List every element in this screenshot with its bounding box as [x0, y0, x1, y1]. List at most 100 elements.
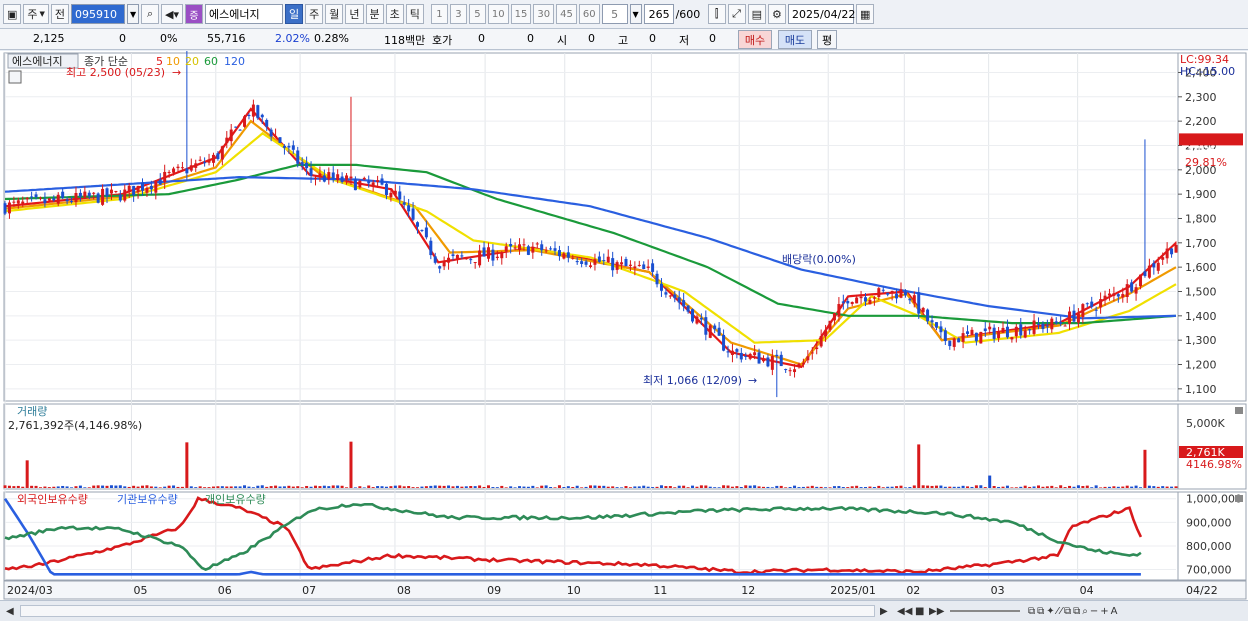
volume-bar — [513, 487, 517, 488]
volume-bar — [92, 485, 96, 488]
candle-body — [70, 201, 74, 203]
candle-body — [424, 227, 428, 238]
sell-button[interactable]: 매도 — [778, 30, 812, 49]
volume-bar — [61, 485, 65, 488]
candle-body — [211, 154, 215, 163]
y-tick-label: 2,300 — [1185, 91, 1217, 104]
candle-icon[interactable]: ⫿ — [707, 4, 726, 24]
count-input[interactable]: 265 — [643, 4, 674, 24]
candle-body — [105, 188, 109, 197]
chart-area[interactable]: 2,400 2,300 2,200 2,100 2,000 1,900 1,800 1,700… — [0, 48, 1248, 600]
volume-bar — [251, 487, 255, 488]
candle-body — [265, 119, 269, 127]
play-back-icon[interactable]: ◀◀ — [897, 604, 912, 618]
tab-month[interactable]: 월 — [325, 4, 344, 24]
calculator-icon[interactable] — [8, 70, 22, 84]
code-dropdown-button[interactable]: ▼ — [127, 4, 140, 24]
candle-body — [620, 262, 624, 265]
candle-body — [983, 328, 987, 332]
holding-panel-close-icon[interactable] — [1235, 495, 1243, 502]
candle-body — [589, 265, 592, 267]
zoom-slider[interactable] — [950, 610, 1020, 612]
volume-panel-close-icon[interactable] — [1235, 407, 1243, 414]
volume-bar — [766, 486, 770, 488]
play-forward-icon[interactable]: ▶▶ — [929, 604, 944, 618]
volume-bar — [309, 486, 313, 488]
volume-bar — [96, 485, 100, 488]
tab-second[interactable]: 초 — [385, 4, 404, 24]
candle-body — [1028, 329, 1032, 331]
x-end-label: 04/22 — [1186, 584, 1218, 597]
candle-body — [1072, 310, 1076, 322]
tab-day[interactable]: 일 — [285, 4, 304, 24]
drawing-tools-icon[interactable]: ⧉⧉✦⁄⁄⧉⧉⌕−+A — [1028, 604, 1119, 618]
candle-body — [580, 261, 584, 264]
volume-bar — [877, 485, 881, 488]
low-arrow-icon: → — [748, 374, 757, 387]
volume-bar — [739, 486, 743, 488]
open-value: 0 — [588, 32, 595, 45]
volume-bar — [52, 486, 56, 488]
step-60[interactable]: 60 — [578, 4, 600, 24]
candle-body — [96, 193, 100, 203]
stop-icon[interactable]: ■ — [915, 604, 924, 618]
candle-body — [198, 159, 202, 161]
prev-button[interactable]: 전 — [50, 4, 70, 24]
holding-tick-label: 900,000 — [1186, 516, 1232, 529]
volume-bar — [74, 486, 78, 488]
volume-bar — [362, 487, 366, 488]
candle-body — [473, 262, 477, 264]
tab-tick[interactable]: 틱 — [405, 4, 424, 24]
step-10[interactable]: 10 — [487, 4, 509, 24]
volume-bar — [668, 486, 672, 488]
x-tick-label: 05 — [133, 584, 147, 597]
step-dropdown-button[interactable]: ▼ — [629, 4, 642, 24]
volume-bar — [952, 486, 956, 488]
quote-price: 2,125 — [33, 32, 65, 45]
stock-code-input[interactable]: 095910 — [71, 4, 126, 24]
scroll-right-icon[interactable]: ▶ — [880, 604, 888, 618]
volume-bar — [416, 487, 420, 488]
calendar-icon[interactable]: ▦ — [855, 4, 875, 24]
tab-year[interactable]: 년 — [345, 4, 364, 24]
buy-button[interactable]: 매수 — [738, 30, 772, 49]
x-tick-label: 09 — [487, 584, 501, 597]
date-input[interactable]: 2025/04/22 — [787, 4, 855, 24]
step-value-input[interactable]: 5 — [601, 4, 628, 24]
candle-body — [864, 297, 868, 302]
volume-bar — [101, 485, 105, 488]
candle-body — [56, 194, 60, 204]
step-45[interactable]: 45 — [556, 4, 577, 24]
chart-svg[interactable]: 2,4002,3002,2002,1002,0001,9001,8001,700… — [0, 48, 1248, 600]
trend-icon[interactable]: ⤢ — [727, 4, 746, 24]
tab-minute[interactable]: 분 — [365, 4, 384, 24]
search-icon[interactable]: ⌕ — [141, 4, 160, 24]
volume-bar — [238, 486, 242, 488]
x-tick-label: 2025/01 — [830, 584, 876, 597]
candle-body — [846, 301, 850, 304]
horizontal-scrollbar[interactable] — [20, 605, 875, 617]
volume-bar — [1019, 486, 1023, 488]
step-3[interactable]: 3 — [449, 4, 467, 24]
candle-body — [948, 340, 952, 347]
scroll-left-icon[interactable]: ◀ — [6, 604, 14, 618]
step-15[interactable]: 15 — [510, 4, 532, 24]
eval-button[interactable]: 평 — [817, 30, 837, 49]
gear-icon[interactable]: ⚙ — [767, 4, 786, 24]
volume-bar — [411, 487, 415, 488]
stock-name-field[interactable]: 에스에너지 — [205, 4, 284, 24]
market-select[interactable]: 주 ▼ — [23, 4, 49, 24]
speaker-icon[interactable]: ◀▾ — [161, 4, 184, 24]
candle-body — [921, 307, 925, 313]
volume-bar — [198, 486, 202, 488]
window-icon[interactable]: ▣ — [3, 4, 22, 24]
tab-week[interactable]: 주 — [305, 4, 324, 24]
candle-body — [677, 297, 681, 303]
step-5[interactable]: 5 — [468, 4, 486, 24]
save-icon[interactable]: ▤ — [747, 4, 766, 24]
candle-body — [243, 116, 247, 127]
step-1[interactable]: 1 — [430, 4, 448, 24]
candle-body — [908, 298, 912, 301]
step-30[interactable]: 30 — [533, 4, 555, 24]
volume-bar — [535, 487, 539, 488]
